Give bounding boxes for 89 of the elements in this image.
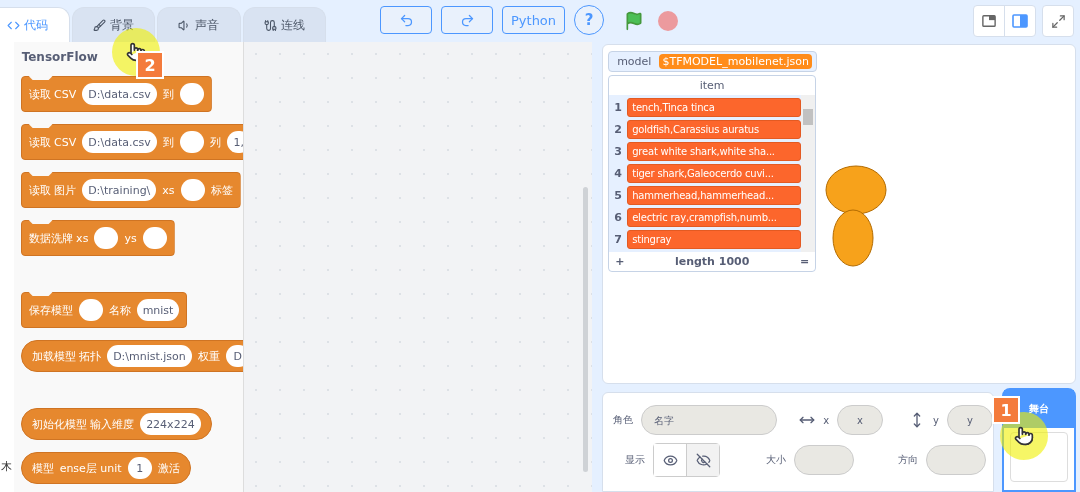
block-label: 读取 CSV	[28, 86, 77, 102]
size-field[interactable]	[794, 445, 855, 475]
variable-name: model	[617, 55, 652, 68]
palette-title: TensorFlow	[21, 50, 98, 64]
block-input[interactable]	[180, 179, 205, 201]
block-input[interactable]	[94, 227, 119, 249]
list-index: 4	[613, 167, 623, 180]
link-icon	[263, 18, 277, 32]
category-label[interactable]: 木	[1, 459, 12, 474]
name-field[interactable]: 名字	[641, 405, 778, 435]
sprite-label: 角色	[613, 413, 634, 427]
block-label: 激活	[157, 460, 180, 476]
block-label: 到	[162, 86, 174, 102]
block-input[interactable]	[78, 299, 103, 321]
block-input[interactable]: D:\mnist.json	[107, 345, 192, 367]
resize-handle[interactable]: =	[799, 255, 810, 268]
block-input[interactable]: D:\training\	[82, 179, 157, 201]
flag-icon[interactable]	[624, 11, 645, 31]
hide-button[interactable]	[686, 444, 720, 476]
block-label: 权重	[197, 348, 220, 364]
list-index: 1	[613, 101, 623, 114]
block-label: 列	[209, 134, 221, 150]
x-label: x	[823, 414, 830, 426]
list-index: 6	[613, 211, 623, 224]
step-badge: 2	[136, 51, 164, 79]
list-index: 2	[613, 123, 623, 136]
block-input[interactable]: 1	[127, 457, 152, 479]
x-field[interactable]: x	[837, 405, 884, 435]
block-label: 标签	[210, 182, 233, 198]
pointer-icon	[1014, 426, 1034, 446]
code-block[interactable]: 读取 CSV D:\data.csv 到 列 1,	[20, 124, 243, 160]
editor-tab[interactable]: 声音	[157, 7, 241, 42]
list-index: 5	[613, 189, 623, 202]
code-block[interactable]: 保存模型 名称 mnist	[20, 292, 188, 328]
undo-button[interactable]	[380, 6, 432, 34]
block-label: 到	[162, 134, 174, 150]
eye-icon	[662, 452, 678, 468]
list-length: length 1000	[674, 255, 750, 268]
list-index: 7	[613, 233, 623, 246]
block-input[interactable]: 1,	[226, 131, 243, 153]
size-label: 大小	[766, 453, 787, 467]
code-block[interactable]: 读取 CSV D:\data.csv 到	[20, 76, 212, 112]
redo-icon	[459, 12, 475, 28]
block-label: 读取 图片	[28, 182, 77, 198]
block-label: ense层 unit	[59, 460, 122, 476]
editor-tab[interactable]: 背景	[71, 7, 155, 42]
show-label: 显示	[625, 453, 646, 467]
direction-label: 方向	[898, 453, 919, 467]
code-block[interactable]: 模型 ense层 unit 1 激活	[20, 452, 191, 484]
step-badge: 1	[992, 396, 1020, 424]
block-input[interactable]: 224x224	[140, 413, 201, 435]
block-label: 保存模型	[28, 302, 73, 318]
block-input[interactable]	[179, 83, 204, 105]
brush-icon	[92, 18, 106, 32]
block-label: xs	[162, 183, 175, 197]
editor-tab[interactable]: 连线	[242, 7, 326, 42]
block-label: 名称	[108, 302, 131, 318]
stop-button[interactable]	[658, 11, 679, 31]
block-input[interactable]: D	[225, 345, 243, 367]
undo-icon	[398, 12, 414, 28]
list-index: 3	[613, 145, 623, 158]
scroll-thumb[interactable]	[803, 109, 814, 125]
block-input[interactable]: D:\data.csv	[82, 131, 157, 153]
block-label: 初始化模型 输入维度	[31, 416, 135, 432]
redo-button[interactable]	[441, 6, 493, 34]
scrollbar[interactable]	[583, 187, 589, 472]
code-block[interactable]: 加载模型 拓扑 D:\mnist.json 权重 D	[20, 340, 243, 372]
layout-icon	[982, 14, 996, 28]
y-field[interactable]: y	[947, 405, 993, 435]
add-item-button[interactable]: +	[615, 255, 625, 268]
variable-value: $TFMODEL_mobilenet.json	[659, 54, 812, 69]
block-label: ys	[124, 231, 137, 245]
eye-off-icon	[695, 452, 711, 468]
block-label: 数据洗牌 xs	[28, 230, 89, 246]
list-scrollbar[interactable]	[801, 95, 816, 252]
block-input[interactable]	[179, 131, 204, 153]
block-input[interactable]: D:\data.csv	[82, 83, 157, 105]
block-label: 加载模型 拓扑	[31, 348, 102, 364]
layout-icon	[1012, 14, 1028, 28]
block-input[interactable]	[142, 227, 167, 249]
block-input[interactable]: mnist	[136, 299, 180, 321]
code-block[interactable]: 读取 图片 D:\training\ xs 标签	[20, 172, 241, 208]
block-label: 读取 CSV	[28, 134, 77, 150]
direction-field[interactable]	[926, 445, 987, 475]
list-header: item	[609, 76, 816, 95]
block-label: 模型	[31, 460, 54, 476]
code-block[interactable]: 初始化模型 输入维度 224x224	[20, 408, 212, 440]
fullscreen-icon	[1050, 13, 1066, 29]
y-label: y	[933, 414, 939, 426]
